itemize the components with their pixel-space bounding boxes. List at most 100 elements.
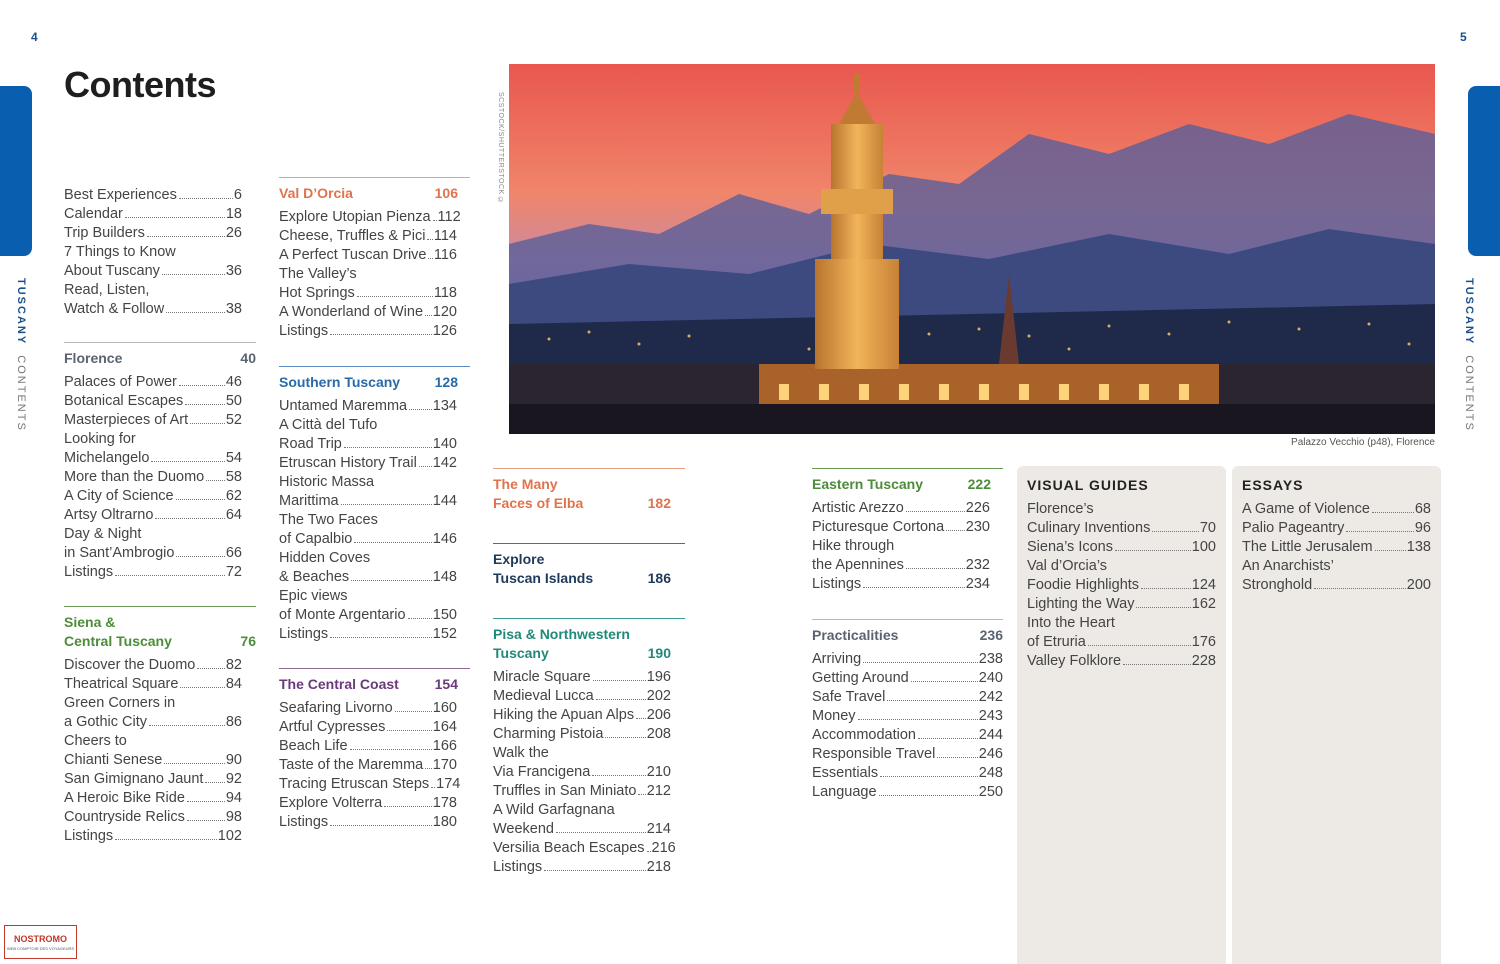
toc-entry[interactable]: Hidden Coves & Beaches 148 — [279, 549, 457, 587]
toc-entry[interactable]: Botanical Escapes 50 — [64, 392, 242, 411]
toc-entry[interactable]: A Città del Tufo Road Trip 140 — [279, 416, 457, 454]
toc-entry[interactable]: A Perfect Tuscan Drive 116 — [279, 246, 457, 265]
toc-entry[interactable]: Artsy Oltrarno 64 — [64, 506, 242, 525]
toc-entry[interactable]: Listings 72 — [64, 563, 242, 582]
toc-entry[interactable]: The Valley’s Hot Springs 118 — [279, 265, 457, 303]
toc-entry[interactable]: Listings 218 — [493, 858, 671, 877]
toc-entry[interactable]: Language 250 — [812, 783, 1003, 802]
toc-entry[interactable]: Lighting the Way 162 — [1027, 595, 1216, 614]
toc-entry[interactable]: Epic views of Monte Argentario 150 — [279, 587, 457, 625]
toc-entry[interactable]: Listings 126 — [279, 322, 457, 341]
section-tuscan-islands: Explore Tuscan Islands 186 — [493, 543, 685, 593]
toc-entry[interactable]: Taste of the Maremma 170 — [279, 756, 457, 775]
toc-entry-label: Cheese, Truffles & Pici — [279, 228, 426, 244]
section-header[interactable]: Southern Tuscany 128 — [279, 373, 470, 392]
toc-entry[interactable]: Theatrical Square 84 — [64, 675, 242, 694]
section-header[interactable]: Explore Tuscan Islands 186 — [493, 550, 671, 588]
toc-entry[interactable]: Looking for Michelangelo 54 — [64, 430, 242, 468]
toc-entry[interactable]: Untamed Maremma 134 — [279, 397, 457, 416]
toc-entry-label: Lighting the Way — [1027, 596, 1135, 612]
toc-entry-label-line1: Florence’s — [1027, 501, 1094, 517]
toc-entry[interactable]: Historic Massa Marittima 144 — [279, 473, 457, 511]
toc-entry[interactable]: Hike through the Apennines 232 — [812, 537, 990, 575]
toc-entry-label: Listings — [279, 323, 329, 339]
toc-entry[interactable]: An Anarchists’ Stronghold 200 — [1242, 557, 1431, 595]
toc-entry[interactable]: Seafaring Livorno 160 — [279, 699, 457, 718]
toc-entry[interactable]: Safe Travel 242 — [812, 688, 1003, 707]
toc-entry[interactable]: Listings 152 — [279, 625, 457, 644]
toc-entry[interactable]: Beach Life 166 — [279, 737, 457, 756]
toc-entry[interactable]: Palaces of Power 46 — [64, 373, 242, 392]
toc-entry[interactable]: Masterpieces of Art 52 — [64, 411, 242, 430]
toc-entry[interactable]: San Gimignano Jaunt 92 — [64, 770, 242, 789]
toc-entry[interactable]: Artistic Arezzo 226 — [812, 499, 990, 518]
toc-entry-label: Medieval Lucca — [493, 688, 594, 704]
toc-entry[interactable]: Day & Night in Sant’Ambrogio 66 — [64, 525, 242, 563]
toc-entry-label: A Perfect Tuscan Drive — [279, 247, 427, 263]
dot-leader — [905, 568, 965, 569]
toc-entry[interactable]: Siena’s Icons 100 — [1027, 538, 1216, 557]
toc-entry[interactable]: Listings 102 — [64, 827, 242, 846]
toc-entry[interactable]: Tracing Etruscan Steps 174 — [279, 775, 460, 794]
toc-entry-page: 86 — [225, 714, 242, 730]
toc-entry[interactable]: Getting Around 240 — [812, 669, 1003, 688]
toc-entry[interactable]: A Game of Violence 68 — [1242, 500, 1431, 519]
toc-entry[interactable]: Discover the Duomo 82 — [64, 656, 242, 675]
section-header[interactable]: Eastern Tuscany 222 — [812, 475, 1003, 494]
toc-entry[interactable]: Money 243 — [812, 707, 1003, 726]
toc-entry[interactable]: Picturesque Cortona 230 — [812, 518, 990, 537]
toc-entry[interactable]: More than the Duomo 58 — [64, 468, 242, 487]
toc-entry[interactable]: A City of Science 62 — [64, 487, 242, 506]
toc-entry[interactable]: Countryside Relics 98 — [64, 808, 242, 827]
toc-entry[interactable]: Calendar 18 — [64, 205, 242, 224]
section-header[interactable]: Florence 40 — [64, 349, 256, 368]
toc-entry[interactable]: Etruscan History Trail 142 — [279, 454, 457, 473]
toc-entry[interactable]: Responsible Travel 246 — [812, 745, 1003, 764]
toc-entry[interactable]: Walk the Via Francigena 210 — [493, 744, 671, 782]
toc-entry[interactable]: Accommodation 244 — [812, 726, 1003, 745]
toc-entry[interactable]: Best Experiences 6 — [64, 186, 242, 205]
toc-entry[interactable]: Charming Pistoia 208 — [493, 725, 671, 744]
toc-entry[interactable]: Versilia Beach Escapes 216 — [493, 839, 676, 858]
toc-entry[interactable]: A Wonderland of Wine 120 — [279, 303, 457, 322]
toc-entry-page: 200 — [1406, 577, 1431, 593]
toc-entry[interactable]: Valley Folklore 228 — [1027, 652, 1216, 671]
toc-entry[interactable]: Green Corners in a Gothic City 86 — [64, 694, 242, 732]
toc-entry[interactable]: A Wild Garfagnana Weekend 214 — [493, 801, 671, 839]
toc-entry[interactable]: Trip Builders 26 — [64, 224, 242, 243]
toc-entry[interactable]: Arriving 238 — [812, 650, 1003, 669]
toc-entry[interactable]: Cheese, Truffles & Pici 114 — [279, 227, 457, 246]
toc-entry[interactable]: The Two Faces of Capalbio 146 — [279, 511, 457, 549]
toc-entry[interactable]: Miracle Square 196 — [493, 668, 671, 687]
toc-entry[interactable]: Artful Cypresses 164 — [279, 718, 457, 737]
section-header[interactable]: Val D’Orcia 106 — [279, 184, 470, 203]
toc-entry[interactable]: Explore Utopian Pienza 112 — [279, 208, 461, 227]
toc-entry[interactable]: Into the Heart of Etruria 176 — [1027, 614, 1216, 652]
section-header[interactable]: The Central Coast 154 — [279, 675, 470, 694]
toc-entry[interactable]: Palio Pageantry 96 — [1242, 519, 1431, 538]
essays-entries: A Game of Violence 68 Palio Pageantry 96 The… — [1242, 500, 1431, 595]
toc-entry[interactable]: Explore Volterra 178 — [279, 794, 457, 813]
section-val-dorcia: Val D’Orcia 106 Explore Utopian Pienza 11… — [279, 177, 470, 341]
page-number-right: 5 — [1460, 30, 1467, 44]
toc-entry[interactable]: Medieval Lucca 202 — [493, 687, 671, 706]
toc-entry[interactable]: Val d’Orcia’s Foodie Highlights 124 — [1027, 557, 1216, 595]
toc-entry[interactable]: Cheers to Chianti Senese 90 — [64, 732, 242, 770]
toc-entry[interactable]: Read, Listen, Watch & Follow 38 — [64, 281, 242, 319]
toc-entry[interactable]: 7 Things to Know About Tuscany 36 — [64, 243, 242, 281]
toc-entry[interactable]: Essentials 248 — [812, 764, 1003, 783]
toc-entry[interactable]: Florence’s Culinary Inventions 70 — [1027, 500, 1216, 538]
toc-entry[interactable]: Truffles in San Miniato 212 — [493, 782, 671, 801]
section-header[interactable]: Siena & Central Tuscany 76 — [64, 613, 256, 651]
dot-leader — [646, 851, 651, 852]
toc-entry-label-line1: A Città del Tufo — [279, 417, 378, 433]
toc-entry[interactable]: Listings 234 — [812, 575, 990, 594]
section-header[interactable]: Practicalities 236 — [812, 626, 1003, 645]
toc-entry[interactable]: Hiking the Apuan Alps 206 — [493, 706, 671, 725]
dot-leader — [394, 711, 432, 712]
section-header[interactable]: Pisa & Northwestern Tuscany 190 — [493, 625, 671, 663]
section-header[interactable]: The Many Faces of Elba 182 — [493, 475, 671, 513]
toc-entry[interactable]: Listings 180 — [279, 813, 457, 832]
toc-entry[interactable]: The Little Jerusalem 138 — [1242, 538, 1431, 557]
toc-entry[interactable]: A Heroic Bike Ride 94 — [64, 789, 242, 808]
